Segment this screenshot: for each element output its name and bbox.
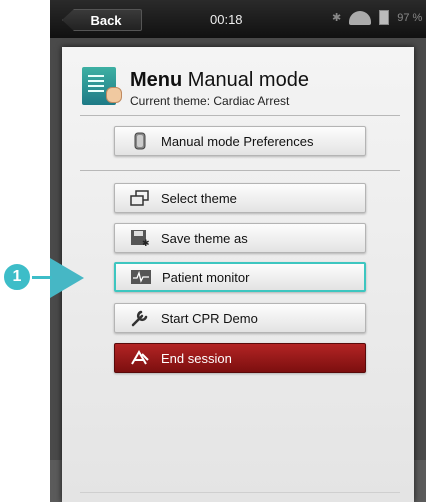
button-label: Save theme as bbox=[161, 230, 248, 246]
hand-icon bbox=[106, 87, 122, 103]
start-cpr-demo-button[interactable]: Start CPR Demo bbox=[114, 303, 366, 333]
save-theme-as-button[interactable]: ✱ Save theme as bbox=[114, 223, 366, 253]
phone-icon bbox=[129, 131, 151, 151]
back-button[interactable]: Back bbox=[62, 9, 142, 31]
windows-icon bbox=[129, 188, 151, 208]
callout-arrow bbox=[50, 258, 84, 298]
wrench-icon bbox=[129, 308, 151, 328]
divider bbox=[80, 492, 400, 493]
page-title: Menu Manual mode bbox=[130, 69, 309, 91]
monitor-icon bbox=[130, 267, 152, 287]
save-icon: ✱ bbox=[129, 228, 151, 248]
button-label: Start CPR Demo bbox=[161, 310, 258, 326]
callout-number: 1 bbox=[2, 262, 32, 292]
button-label: Patient monitor bbox=[162, 269, 250, 285]
callout-connector bbox=[32, 276, 52, 279]
button-label: Manual mode Preferences bbox=[161, 133, 314, 149]
end-session-button[interactable]: End session bbox=[114, 343, 366, 373]
select-theme-button[interactable]: Select theme bbox=[114, 183, 366, 213]
device-screen: Back 00:18 ✱ 97 % Menu Manual mode Curre… bbox=[50, 0, 426, 502]
end-session-icon bbox=[129, 348, 151, 368]
battery-level: 97 % bbox=[397, 11, 423, 24]
divider bbox=[80, 170, 400, 171]
menu-panel: Menu Manual mode Current theme: Cardiac … bbox=[62, 47, 414, 502]
svg-text:✱: ✱ bbox=[142, 238, 150, 247]
status-bar: Back 00:18 ✱ 97 % bbox=[50, 0, 426, 38]
button-label: End session bbox=[161, 350, 232, 366]
menu-header: Menu Manual mode Current theme: Cardiac … bbox=[82, 61, 402, 115]
bluetooth-icon: ✱ bbox=[332, 12, 342, 24]
wifi-icon bbox=[349, 10, 372, 25]
current-theme: Current theme: Cardiac Arrest bbox=[130, 94, 290, 108]
patient-monitor-button[interactable]: Patient monitor bbox=[114, 262, 366, 292]
battery-icon bbox=[379, 10, 390, 25]
divider bbox=[80, 115, 400, 116]
clock: 00:18 bbox=[210, 12, 243, 27]
manual-mode-preferences-button[interactable]: Manual mode Preferences bbox=[114, 126, 366, 156]
button-label: Select theme bbox=[161, 190, 237, 206]
status-icons: ✱ 97 % bbox=[332, 10, 422, 25]
callout-marker: 1 bbox=[0, 258, 100, 302]
